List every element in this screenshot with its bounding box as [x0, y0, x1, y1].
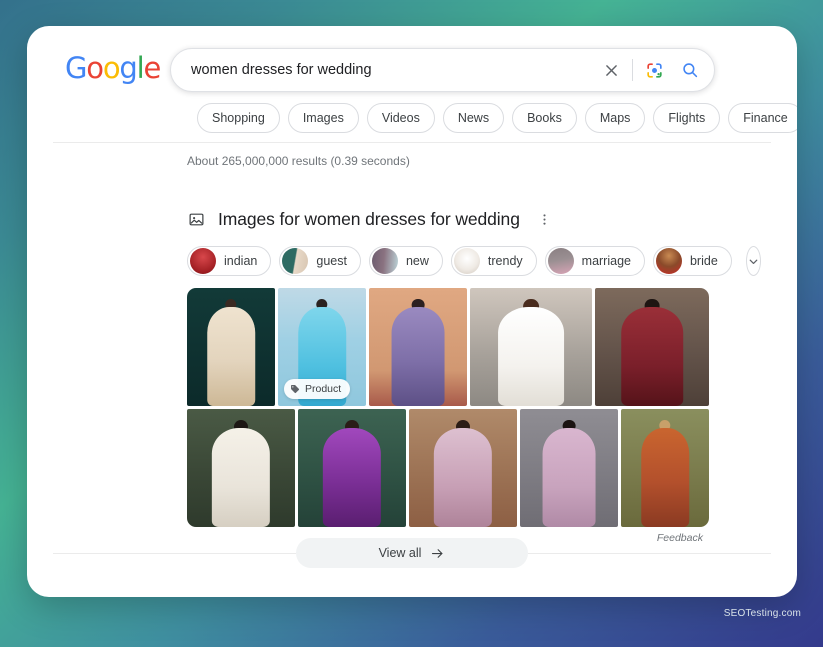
logo-letter-g2: g — [119, 54, 136, 83]
image-tile[interactable] — [520, 409, 618, 527]
search-results-card: Google — [27, 26, 797, 597]
search-tabs: Shopping Images Videos News Books Maps F… — [197, 103, 797, 133]
figure-dress — [498, 307, 564, 406]
images-block-header: Images for women dresses for wedding — [187, 206, 707, 232]
search-icon[interactable] — [672, 52, 708, 88]
tab-label: Finance — [743, 111, 787, 125]
logo-letter-g1: G — [65, 54, 86, 83]
refinement-thumbnail — [454, 248, 480, 274]
view-all-button[interactable]: View all — [296, 538, 528, 568]
tag-icon — [290, 384, 300, 394]
view-all-section: View all — [53, 538, 771, 568]
image-tile[interactable] — [470, 288, 592, 406]
product-badge: Product — [284, 379, 350, 399]
tab-label: Books — [527, 111, 562, 125]
view-all-divider-right — [528, 553, 771, 554]
image-tile[interactable] — [187, 409, 295, 527]
tab-label: Flights — [668, 111, 705, 125]
logo-letter-e: e — [143, 54, 160, 83]
refinement-chip-indian[interactable]: indian — [187, 246, 271, 276]
tab-flights[interactable]: Flights — [653, 103, 720, 133]
tab-maps[interactable]: Maps — [585, 103, 646, 133]
tab-label: Maps — [600, 111, 631, 125]
search-header: Google — [27, 26, 797, 138]
refinement-thumbnail — [548, 248, 574, 274]
tab-books[interactable]: Books — [512, 103, 577, 133]
figure-dress — [621, 307, 683, 406]
image-tile[interactable] — [298, 409, 406, 527]
refinement-label: marriage — [582, 254, 631, 268]
logo-letter-o1: o — [86, 54, 103, 83]
images-block: Images for women dresses for wedding ind… — [187, 206, 707, 544]
more-vertical-icon[interactable] — [534, 208, 556, 230]
view-all-label: View all — [379, 546, 422, 560]
logo-letter-l: l — [137, 54, 144, 83]
tab-shopping[interactable]: Shopping — [197, 103, 280, 133]
tab-label: News — [458, 111, 489, 125]
product-badge-label: Product — [305, 383, 341, 395]
search-divider — [632, 59, 633, 81]
view-all-divider-left — [53, 553, 296, 554]
tab-images[interactable]: Images — [288, 103, 359, 133]
refinement-thumbnail — [372, 248, 398, 274]
arrow-right-icon — [430, 546, 445, 561]
refinement-chip-trendy[interactable]: trendy — [451, 246, 537, 276]
refinement-chip-bride[interactable]: bride — [653, 246, 732, 276]
image-tile[interactable] — [369, 288, 467, 406]
tab-finance[interactable]: Finance — [728, 103, 797, 133]
image-grid-row — [187, 409, 703, 527]
refinement-thumbnail — [190, 248, 216, 274]
refinement-chip-marriage[interactable]: marriage — [545, 246, 645, 276]
figure-dress — [212, 428, 270, 527]
refinement-label: new — [406, 254, 429, 268]
result-stats: About 265,000,000 results (0.39 seconds) — [187, 154, 410, 168]
watermark: SEOTesting.com — [724, 608, 801, 619]
tab-label: Shopping — [212, 111, 265, 125]
google-logo[interactable]: Google — [65, 54, 160, 83]
tab-label: Videos — [382, 111, 420, 125]
image-tile[interactable] — [595, 288, 709, 406]
chevron-down-icon[interactable] — [746, 246, 761, 276]
image-grid: Product — [187, 288, 703, 527]
refinement-chip-guest[interactable]: guest — [279, 246, 361, 276]
logo-letter-o2: o — [103, 54, 120, 83]
refinement-thumbnail — [656, 248, 682, 274]
figure-dress — [207, 307, 255, 406]
google-lens-icon[interactable] — [636, 52, 672, 88]
close-icon[interactable] — [593, 52, 629, 88]
refinement-label: bride — [690, 254, 718, 268]
search-input[interactable] — [191, 49, 593, 91]
refinement-chips: indian guest new trendy marriage bride — [187, 246, 707, 276]
refinement-label: guest — [316, 254, 347, 268]
tab-news[interactable]: News — [443, 103, 504, 133]
figure-dress — [434, 428, 492, 527]
refinement-thumbnail — [282, 248, 308, 274]
tab-videos[interactable]: Videos — [367, 103, 435, 133]
image-tile[interactable] — [187, 288, 275, 406]
refinement-label: trendy — [488, 254, 523, 268]
image-grid-row: Product — [187, 288, 703, 406]
search-bar[interactable] — [170, 48, 715, 92]
figure-dress — [323, 428, 381, 527]
tab-label: Images — [303, 111, 344, 125]
header-divider — [53, 142, 771, 143]
figure-dress — [641, 428, 689, 527]
images-block-title: Images for women dresses for wedding — [218, 209, 520, 230]
figure-dress — [392, 307, 445, 406]
figure-dress — [543, 428, 596, 527]
image-tile[interactable] — [409, 409, 517, 527]
image-tile[interactable] — [621, 409, 709, 527]
image-tile[interactable]: Product — [278, 288, 366, 406]
refinement-label: indian — [224, 254, 257, 268]
image-icon — [187, 210, 205, 228]
refinement-chip-new[interactable]: new — [369, 246, 443, 276]
